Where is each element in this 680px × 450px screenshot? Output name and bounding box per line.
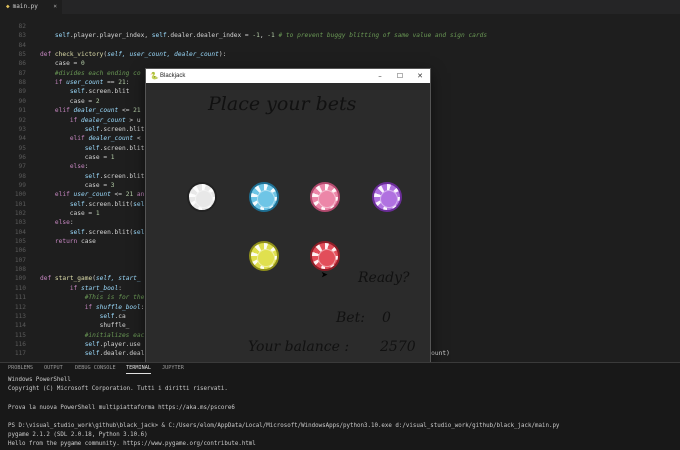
tab-label: main.py (12, 3, 38, 10)
tab-output[interactable]: OUTPUT (44, 363, 63, 373)
terminal-line: Prova la nuova PowerShell multipiattafor… (8, 404, 235, 411)
purple-chip[interactable] (372, 182, 402, 212)
window-titlebar[interactable]: 🐍 Blackjack – ☐ ✕ (146, 69, 430, 83)
bet-label: Bet: (336, 310, 365, 326)
close-button[interactable]: ✕ (410, 69, 430, 83)
red-chip[interactable] (310, 241, 340, 271)
mouse-pointer-icon: ➤ (321, 268, 329, 282)
terminal-line: Windows PowerShell (8, 377, 71, 383)
pygame-snake-icon: 🐍 (150, 72, 159, 80)
bet-value: 0 (382, 310, 391, 326)
balance-label: Your balance : (248, 339, 350, 355)
terminal-line: Hello from the pygame community. https:/… (8, 441, 256, 448)
panel-tabs: PROBLEMS OUTPUT DEBUG CONSOLE TERMINAL J… (0, 363, 680, 374)
game-canvas[interactable]: Place your bets ➤ Ready? Bet: 0 Your bal… (146, 83, 430, 364)
maximize-button[interactable]: ☐ (390, 69, 410, 83)
window-title: Blackjack (160, 73, 186, 79)
bottom-panel: PROBLEMS OUTPUT DEBUG CONSOLE TERMINAL J… (0, 362, 680, 450)
tab-debug-console[interactable]: DEBUG CONSOLE (75, 363, 116, 373)
blackjack-window: 🐍 Blackjack – ☐ ✕ Place your bets ➤ Read… (146, 69, 430, 364)
pink-chip[interactable] (310, 182, 340, 212)
balance-value: 2570 (380, 339, 416, 355)
ready-button[interactable]: Ready? (358, 270, 410, 286)
terminal-line: Copyright (C) Microsoft Corporation. Tut… (8, 386, 228, 393)
close-tab-icon[interactable]: × (53, 0, 57, 14)
line-number: 117 (14, 350, 26, 358)
blue-chip[interactable] (249, 182, 279, 212)
tab-terminal[interactable]: TERMINAL (126, 363, 151, 374)
yellow-chip[interactable] (249, 241, 279, 271)
tab-main-py[interactable]: ◆ main.py × (0, 0, 62, 14)
tab-jupyter[interactable]: JUPYTER (162, 363, 184, 373)
page-heading: Place your bets (208, 93, 357, 115)
tab-problems[interactable]: PROBLEMS (8, 363, 33, 373)
python-file-icon: ◆ (6, 3, 10, 10)
minimize-button[interactable]: – (370, 69, 390, 83)
editor-tab-bar: ◆ main.py × (0, 0, 680, 14)
terminal-line: PS D:\visual_studio_work\github\black_ja… (8, 423, 560, 429)
white-chip[interactable] (187, 182, 217, 212)
terminal-line: pygame 2.1.2 (SDL 2.0.18, Python 3.10.6) (8, 432, 148, 439)
